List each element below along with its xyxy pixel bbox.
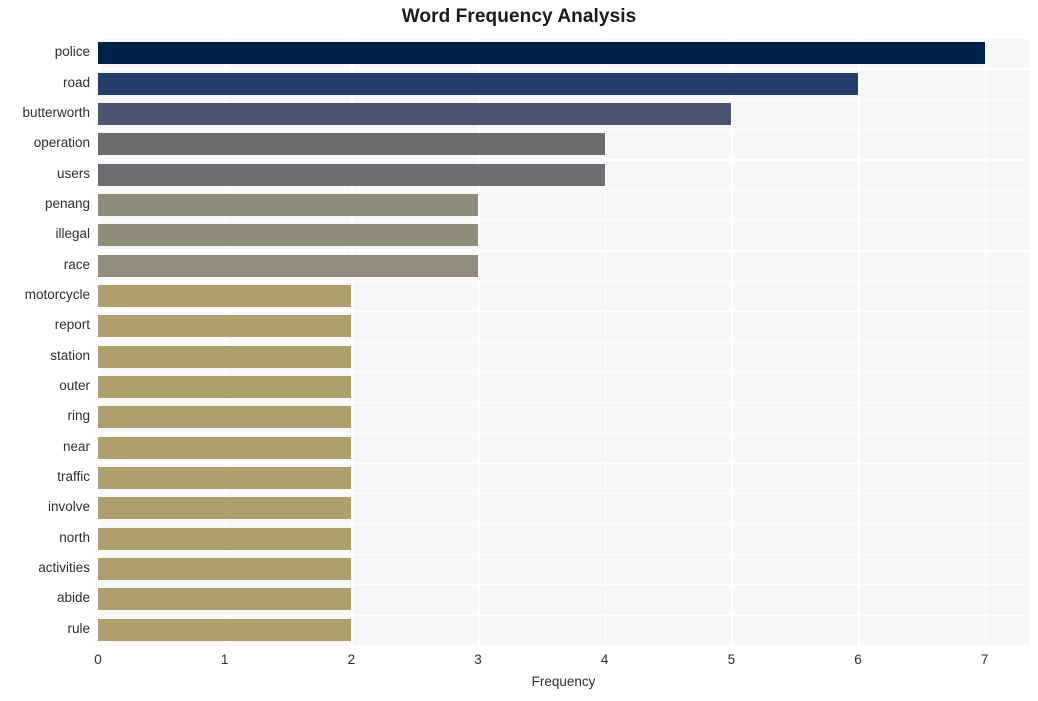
y-axis-tick-label-rule: rule — [67, 620, 90, 636]
bar-north[interactable] — [98, 527, 352, 550]
bar-motorcycle[interactable] — [98, 284, 352, 307]
gridline-horizontal — [98, 280, 1029, 282]
y-axis-tick-label-traffic: traffic — [57, 469, 90, 485]
gridline-horizontal — [98, 402, 1029, 404]
y-axis-tick-label-operation: operation — [33, 135, 90, 151]
gridline-horizontal — [98, 645, 1029, 647]
y-axis-tick-label-station: station — [50, 347, 90, 363]
y-axis-tick-label-race: race — [63, 256, 90, 272]
plot-area: police road butterworth operation users penan… — [22, 38, 1029, 647]
x-axis-tick-label-7: 7 — [980, 652, 989, 667]
gridline-horizontal — [98, 341, 1029, 343]
bar-ring[interactable] — [98, 406, 352, 429]
bar-report[interactable] — [98, 315, 352, 338]
x-axis-tick-label-4: 4 — [600, 652, 609, 667]
bar-near[interactable] — [98, 436, 352, 459]
y-axis-tick-label-users: users — [56, 165, 90, 181]
bar-rule[interactable] — [98, 618, 352, 641]
y-axis-tick-label-report: report — [54, 317, 90, 333]
word-frequency-chart: Word Frequency Analysis police road butter… — [0, 0, 1038, 701]
gridline-horizontal — [98, 462, 1029, 465]
bar-illegal[interactable] — [98, 224, 478, 247]
y-axis-tick-label-activities: activities — [38, 560, 90, 576]
gridline-horizontal — [98, 553, 1029, 556]
gridline-horizontal — [98, 220, 1029, 222]
gridline-horizontal — [98, 371, 1029, 374]
gridline-horizontal — [98, 98, 1029, 100]
y-axis-tick-label-near: near — [62, 438, 90, 454]
y-axis-tick-labels: police road butterworth operation users penan… — [0, 38, 90, 645]
y-axis-tick-label-motorcycle: motorcycle — [24, 286, 90, 302]
bar-road[interactable] — [98, 72, 858, 95]
x-axis-tick-label-0: 0 — [94, 652, 102, 667]
y-axis-tick-label-involve: involve — [47, 499, 90, 515]
gridline-horizontal — [98, 432, 1029, 434]
gridline-horizontal — [98, 493, 1029, 495]
gridline-horizontal — [98, 129, 1029, 131]
gridline-horizontal — [98, 159, 1029, 161]
bar-activities[interactable] — [98, 558, 352, 581]
gridline-horizontal — [98, 189, 1029, 191]
x-axis-tick-label-3: 3 — [474, 652, 482, 667]
bar-users[interactable] — [98, 163, 605, 186]
x-axis-tick-label-5: 5 — [727, 652, 736, 667]
x-axis-tick-label-1: 1 — [220, 652, 229, 667]
gridline-horizontal — [98, 250, 1029, 252]
y-axis-tick-label-illegal: illegal — [55, 226, 90, 242]
y-axis-tick-label-penang: penang — [44, 195, 90, 211]
bar-traffic[interactable] — [98, 467, 352, 490]
gridline-horizontal — [98, 68, 1029, 70]
bar-operation[interactable] — [98, 133, 605, 156]
y-axis-tick-label-road: road — [62, 74, 90, 90]
gridline-horizontal — [98, 38, 1029, 40]
bar-involve[interactable] — [98, 497, 352, 520]
gridline-horizontal — [98, 311, 1029, 313]
bar-butterworth[interactable] — [98, 102, 732, 125]
y-axis-tick-label-abide: abide — [56, 590, 90, 606]
gridline-horizontal — [98, 614, 1029, 616]
x-axis-tick-label-6: 6 — [854, 652, 862, 667]
gridline-horizontal — [98, 584, 1029, 586]
bar-penang[interactable] — [98, 193, 478, 216]
y-axis-tick-label-police: police — [54, 44, 90, 60]
bar-station[interactable] — [98, 345, 352, 368]
page-title: Word Frequency Analysis — [401, 6, 637, 27]
x-axis-label: Frequency — [531, 674, 596, 689]
y-axis-tick-label-outer: outer — [59, 378, 90, 394]
bar-abide[interactable] — [98, 588, 352, 611]
bar-police[interactable] — [98, 42, 985, 65]
y-axis-tick-label-butterworth: butterworth — [22, 104, 90, 120]
gridline-horizontal — [98, 523, 1029, 525]
y-axis-tick-label-north: north — [59, 529, 90, 545]
x-axis-tick-label-2: 2 — [347, 652, 356, 667]
y-axis-tick-label-ring: ring — [67, 408, 90, 424]
bar-outer[interactable] — [98, 376, 352, 399]
bar-race[interactable] — [98, 254, 478, 277]
